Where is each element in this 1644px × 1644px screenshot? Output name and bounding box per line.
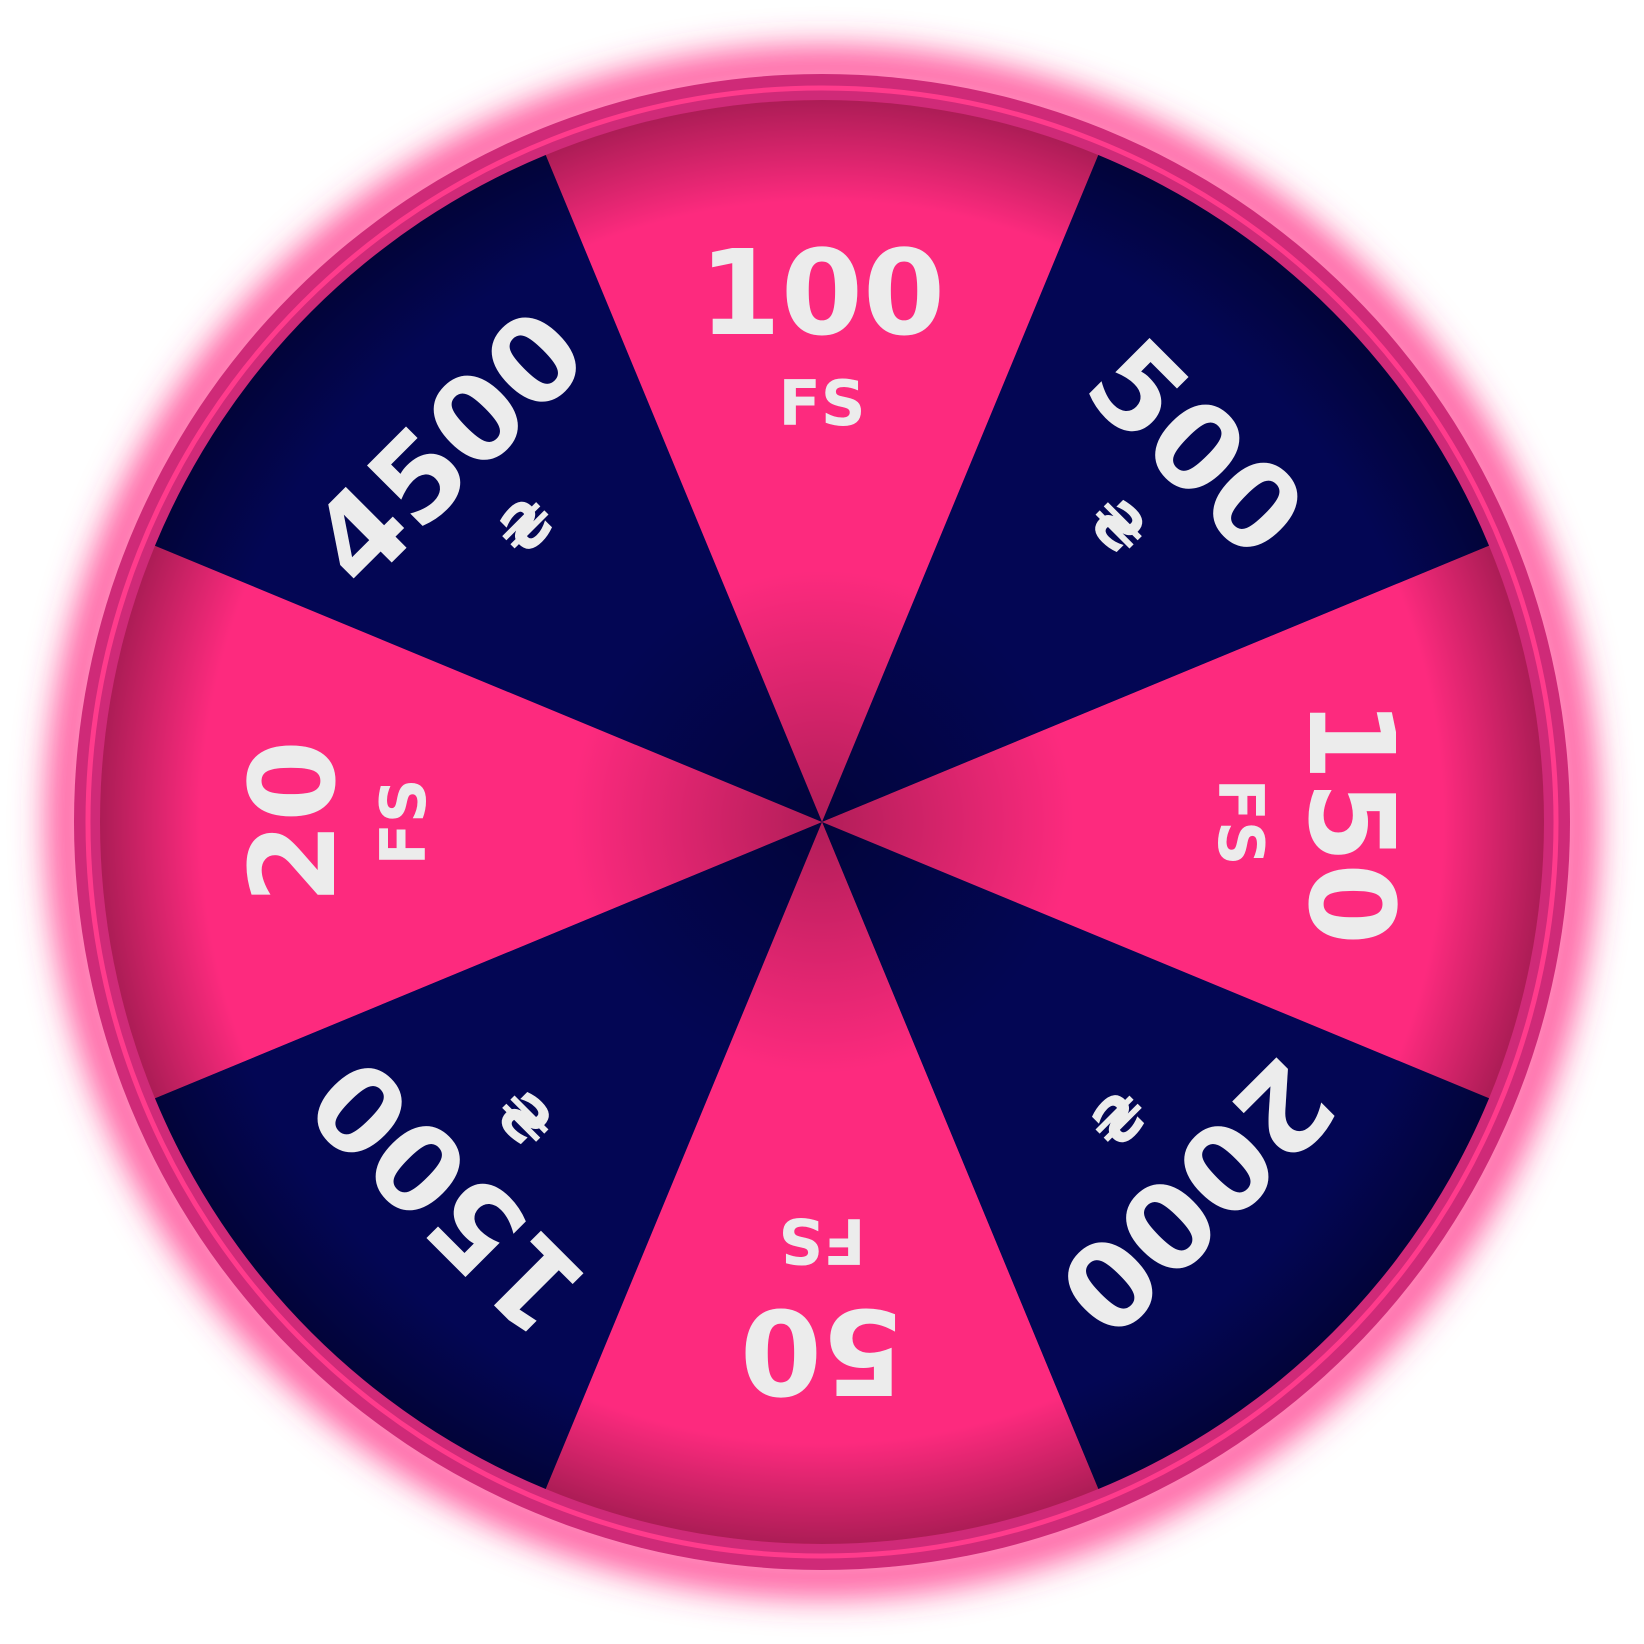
segment-value: 20 bbox=[224, 740, 362, 904]
segment-unit: FS bbox=[778, 1204, 865, 1277]
prize-wheel-graphic[interactable]: 100FS 500₴150FS2000₴50FS1500₴20 FS4500₴ bbox=[0, 0, 1644, 1644]
segment-unit: FS bbox=[778, 367, 865, 440]
segment-value: 50 bbox=[740, 1282, 904, 1420]
segment-value: 150 bbox=[1282, 699, 1420, 945]
segment-unit: FS bbox=[367, 778, 440, 865]
prize-wheel[interactable]: 100 FS 500 ₴ 150 FS 2000 ₴ 50 FS 1500 ₴ 20 FS 4500 ₴ bbox=[0, 0, 1644, 1644]
segment-value: 100 bbox=[699, 224, 945, 362]
segment-unit: FS bbox=[1204, 778, 1277, 865]
